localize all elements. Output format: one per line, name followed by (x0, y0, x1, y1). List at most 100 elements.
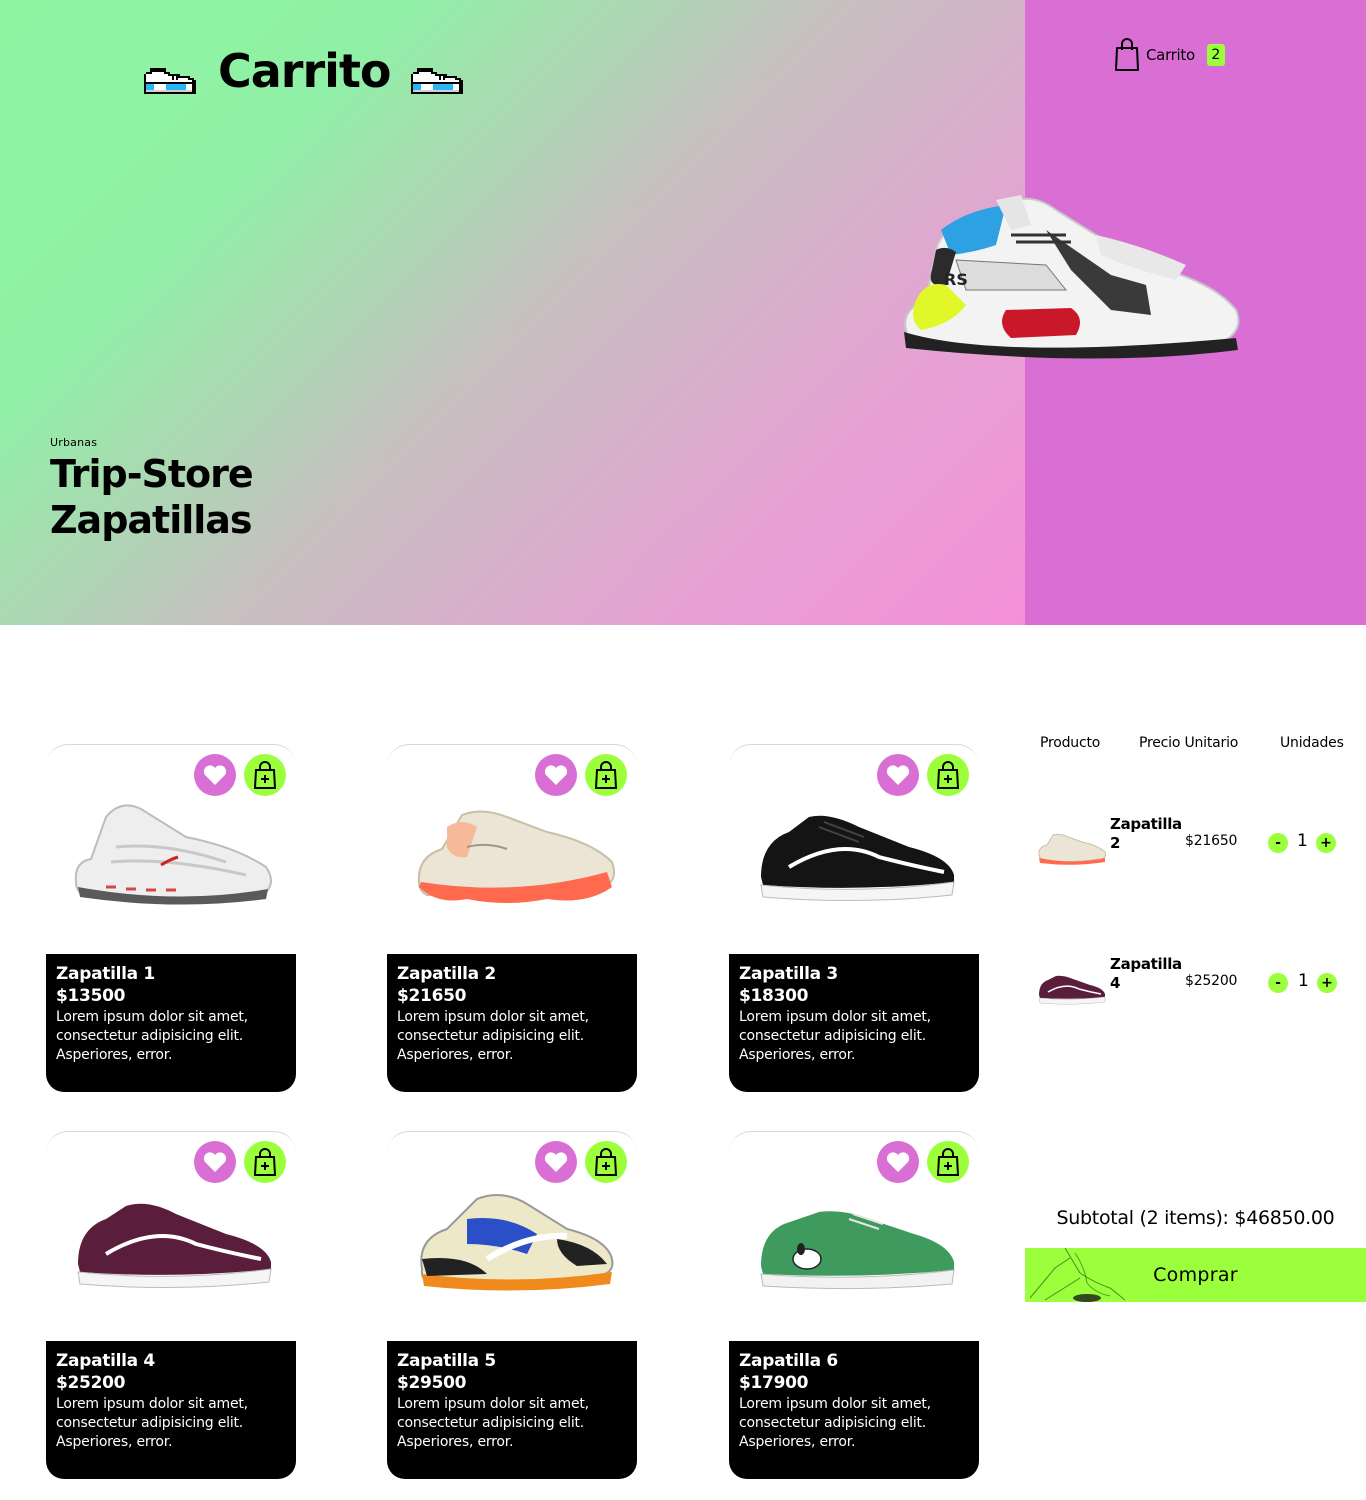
product-image-area (387, 744, 637, 954)
buy-button[interactable]: Comprar (1025, 1248, 1366, 1302)
product-image-area (46, 744, 296, 954)
heart-icon (544, 1152, 568, 1172)
product-name: Zapatilla 3 (739, 964, 838, 984)
product-image-area (729, 1131, 979, 1341)
cart-widget[interactable]: Carrito 2 (1114, 38, 1225, 72)
bag-plus-icon (595, 1148, 617, 1176)
product-info: Zapatilla 1 $13500 Lorem ipsum dolor sit… (46, 954, 296, 1092)
cart-item-price: $25200 (1185, 973, 1238, 989)
product-info: Zapatilla 4 $25200 Lorem ipsum dolor sit… (46, 1341, 296, 1479)
product-card[interactable]: Zapatilla 6 $17900 Lorem ipsum dolor sit… (729, 1131, 979, 1479)
product-price: $18300 (739, 986, 809, 1006)
product-name: Zapatilla 6 (739, 1351, 838, 1371)
product-sneaker-image (77, 1203, 272, 1289)
heart-icon (886, 765, 910, 785)
cart-item-qty: 1 (1298, 971, 1309, 991)
product-price: $21650 (397, 986, 467, 1006)
product-card[interactable]: Zapatilla 4 $25200 Lorem ipsum dolor sit… (46, 1131, 296, 1479)
cart-item-name: Zapatilla 2 (1110, 815, 1182, 852)
add-to-cart-button[interactable] (244, 754, 286, 796)
heart-icon (203, 765, 227, 785)
decrease-qty-button[interactable]: - (1268, 833, 1288, 853)
cart-item-thumbnail (1038, 975, 1106, 1005)
product-sneaker-image (74, 804, 272, 905)
buy-button-label: Comprar (1153, 1264, 1238, 1286)
increase-qty-button[interactable]: + (1317, 973, 1337, 993)
hero-sneaker-image: RS (904, 195, 1240, 359)
heart-icon (544, 765, 568, 785)
favorite-button[interactable] (877, 754, 919, 796)
product-sneaker-image (417, 810, 615, 903)
pixel-sneaker-icon (410, 68, 463, 94)
bag-plus-icon (937, 1148, 959, 1176)
decrease-qty-button[interactable]: - (1268, 973, 1288, 993)
product-price: $13500 (56, 986, 126, 1006)
product-card[interactable]: Zapatilla 2 $21650 Lorem ipsum dolor sit… (387, 744, 637, 1092)
column-product: Producto (1040, 735, 1101, 751)
product-image-area (387, 1131, 637, 1341)
product-description: Lorem ipsum dolor sit amet, consectetur … (56, 1396, 248, 1450)
product-name: Zapatilla 2 (397, 964, 496, 984)
product-info: Zapatilla 6 $17900 Lorem ipsum dolor sit… (729, 1341, 979, 1479)
svg-text:RS: RS (944, 270, 968, 289)
product-card[interactable]: Zapatilla 1 $13500 Lorem ipsum dolor sit… (46, 744, 296, 1092)
shopping-bag-icon (1115, 38, 1139, 71)
bag-plus-icon (254, 1148, 276, 1176)
heart-icon (203, 1152, 227, 1172)
add-to-cart-button[interactable] (585, 754, 627, 796)
bag-plus-icon (254, 761, 276, 789)
add-to-cart-button[interactable] (244, 1141, 286, 1183)
product-info: Zapatilla 3 $18300 Lorem ipsum dolor sit… (729, 954, 979, 1092)
cart-table-header: Producto Precio Unitario Unidades (1025, 735, 1366, 755)
product-name: Zapatilla 4 (56, 1351, 155, 1371)
cart-item-thumbnail (1038, 833, 1106, 865)
product-card[interactable]: Zapatilla 3 $18300 Lorem ipsum dolor sit… (729, 744, 979, 1092)
cart-label: Carrito (1146, 46, 1195, 64)
product-name: Zapatilla 5 (397, 1351, 496, 1371)
product-sneaker-image (760, 1211, 955, 1290)
favorite-button[interactable] (194, 754, 236, 796)
hero-category: Urbanas (50, 436, 98, 449)
increase-qty-button[interactable]: + (1316, 833, 1336, 853)
hero-title-line1: Trip-Store (50, 452, 254, 496)
cart-item-name: Zapatilla 4 (1110, 955, 1182, 992)
cart-subtotal: Subtotal (2 items): $46850.00 (1056, 1207, 1335, 1229)
cart-panel: Producto Precio Unitario Unidades Zapati… (1025, 735, 1366, 1005)
column-unit-price: Precio Unitario (1139, 735, 1239, 751)
product-card[interactable]: Zapatilla 5 $29500 Lorem ipsum dolor sit… (387, 1131, 637, 1479)
product-price: $29500 (397, 1373, 467, 1393)
add-to-cart-button[interactable] (585, 1141, 627, 1183)
hero-banner: Carrito Carrito 2 RS Urbanas Trip-Store … (0, 0, 1366, 625)
cart-item-price: $21650 (1185, 833, 1238, 849)
bag-plus-icon (595, 761, 617, 789)
hero-title: Trip-Store Zapatillas (50, 451, 254, 543)
hero-title-line2: Zapatillas (50, 498, 253, 542)
product-description: Lorem ipsum dolor sit amet, consectetur … (397, 1009, 589, 1063)
favorite-button[interactable] (535, 1141, 577, 1183)
hero-text: Urbanas Trip-Store Zapatillas (50, 436, 254, 543)
product-sneaker-image (420, 1194, 614, 1291)
product-image-area (729, 744, 979, 954)
favorite-button[interactable] (877, 1141, 919, 1183)
product-image-area (46, 1131, 296, 1341)
product-price: $17900 (739, 1373, 809, 1393)
product-description: Lorem ipsum dolor sit amet, consectetur … (739, 1396, 931, 1450)
product-description: Lorem ipsum dolor sit amet, consectetur … (56, 1009, 248, 1063)
add-to-cart-button[interactable] (927, 754, 969, 796)
favorite-button[interactable] (194, 1141, 236, 1183)
cart-count-badge: 2 (1206, 44, 1225, 66)
pixel-sneaker-icon (144, 68, 196, 94)
bag-plus-icon (937, 761, 959, 789)
brand-header: Carrito (142, 36, 467, 106)
cart-item-row: Zapatilla 2 $21650 - 1 + (1025, 815, 1366, 875)
product-name: Zapatilla 1 (56, 964, 155, 984)
cart-item-row: Zapatilla 4 $25200 - 1 + (1025, 955, 1366, 1015)
add-to-cart-button[interactable] (927, 1141, 969, 1183)
favorite-button[interactable] (535, 754, 577, 796)
product-info: Zapatilla 5 $29500 Lorem ipsum dolor sit… (387, 1341, 637, 1479)
product-sneaker-image (760, 815, 955, 902)
product-description: Lorem ipsum dolor sit amet, consectetur … (739, 1009, 931, 1063)
product-info: Zapatilla 2 $21650 Lorem ipsum dolor sit… (387, 954, 637, 1092)
column-units: Unidades (1280, 735, 1344, 751)
cart-item-qty: 1 (1297, 831, 1308, 851)
